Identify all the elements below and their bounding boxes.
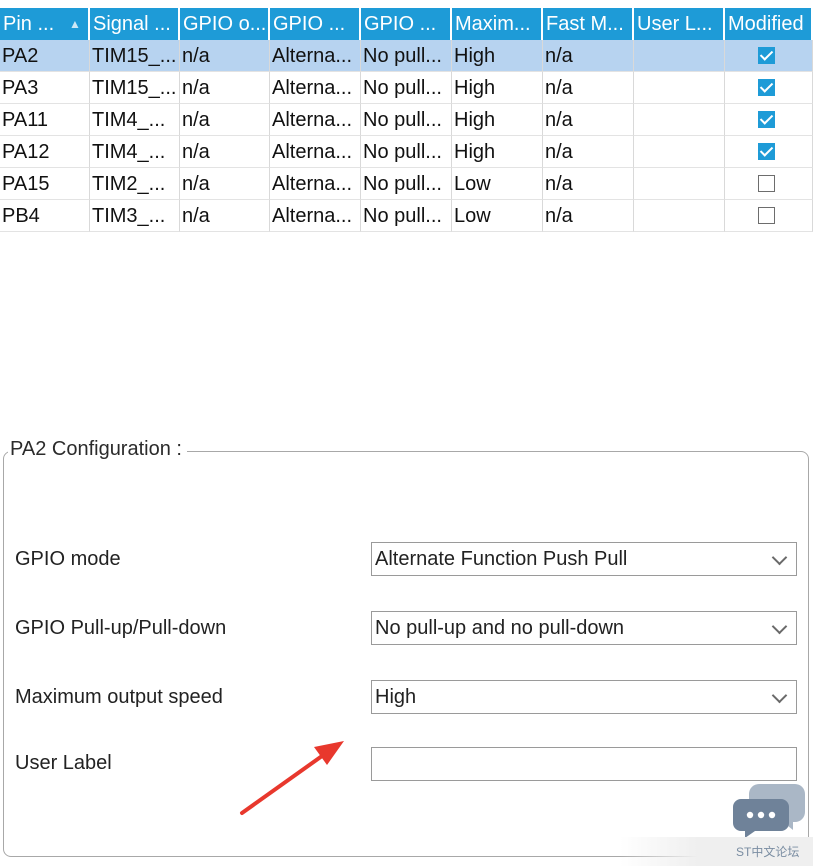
chat-bubble-icon: [733, 784, 805, 837]
annotation-arrow-icon: [240, 741, 344, 815]
watermark-text: ST中文论坛: [736, 845, 800, 859]
